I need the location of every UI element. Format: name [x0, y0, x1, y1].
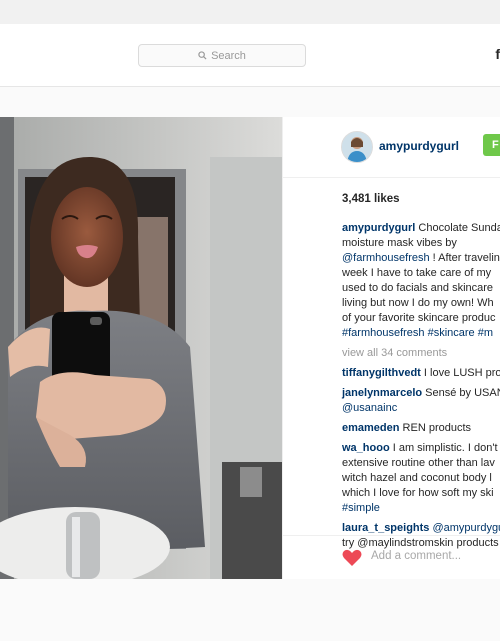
comment-username[interactable]: wa_hooo: [342, 442, 390, 454]
caption-line-5: used to do facials and skincare: [342, 282, 494, 294]
comment-username[interactable]: tiffanygilthvedt: [342, 367, 421, 379]
heart-icon[interactable]: [342, 549, 362, 567]
search-placeholder: Search: [211, 49, 246, 62]
comment: janelynmarcelo Sensé by USAN: [342, 387, 500, 399]
top-navigation: Search f: [0, 24, 500, 87]
add-comment-input[interactable]: Add a comment...: [371, 550, 461, 562]
comment: laura_t_speights @amypurdygu: [342, 522, 500, 534]
search-icon: [198, 51, 207, 60]
avatar-image: [342, 132, 372, 162]
comment-username[interactable]: laura_t_speights: [342, 522, 429, 534]
comment-mention[interactable]: @usanainc: [342, 401, 500, 416]
caption-line-2: moisture mask vibes by: [342, 237, 457, 249]
comment-line: which I love for how soft my ski: [342, 487, 494, 499]
post-header: amypurdygurl F: [283, 117, 500, 178]
caption-line-4: week I have to take care of my: [342, 267, 492, 279]
avatar[interactable]: [341, 131, 373, 163]
browser-chrome: [0, 0, 500, 25]
caption-mention[interactable]: @farmhousefresh: [342, 252, 430, 264]
caption-line-3: @farmhousefresh ! After travelin: [342, 252, 500, 264]
post-actions: Add a comment...: [283, 535, 500, 579]
nav-right-label[interactable]: f: [495, 46, 500, 62]
search-input[interactable]: Search: [138, 44, 306, 67]
caption-line-6: living but now I do my own! Wh: [342, 297, 494, 309]
comment-line: extensive routine other than lav: [342, 457, 495, 469]
comment-username[interactable]: emameden: [342, 422, 399, 434]
comments-list: amypurdygurl Chocolate Sunda moisture ma…: [342, 221, 500, 551]
comment-username[interactable]: janelynmarcelo: [342, 387, 422, 399]
caption-line-7: of your favorite skincare produc: [342, 312, 496, 324]
comment-hashtag[interactable]: #simple: [342, 501, 500, 516]
caption-line-1: amypurdygurl Chocolate Sunda: [342, 222, 500, 234]
view-all-comments-link[interactable]: view all 34 comments: [342, 346, 500, 361]
likes-count[interactable]: 3,481 likes: [342, 193, 400, 205]
post-username[interactable]: amypurdygurl: [379, 139, 459, 153]
comment: tiffanygilthvedt I love LUSH pro: [342, 367, 500, 379]
selfie-photo: [0, 117, 282, 579]
post-card: amypurdygurl F 3,481 likes amypurdygurl …: [0, 117, 500, 579]
caption-username[interactable]: amypurdygurl: [342, 222, 415, 234]
follow-button[interactable]: F: [483, 134, 500, 156]
post-photo[interactable]: [0, 117, 282, 579]
caption-hashtags[interactable]: #farmhousefresh #skincare #m: [342, 326, 500, 341]
comment-line: witch hazel and coconut body l: [342, 472, 492, 484]
comment: wa_hooo I am simplistic. I don't: [342, 442, 498, 454]
post-sidebar: amypurdygurl F 3,481 likes amypurdygurl …: [282, 117, 500, 579]
comment: emameden REN products: [342, 422, 472, 434]
